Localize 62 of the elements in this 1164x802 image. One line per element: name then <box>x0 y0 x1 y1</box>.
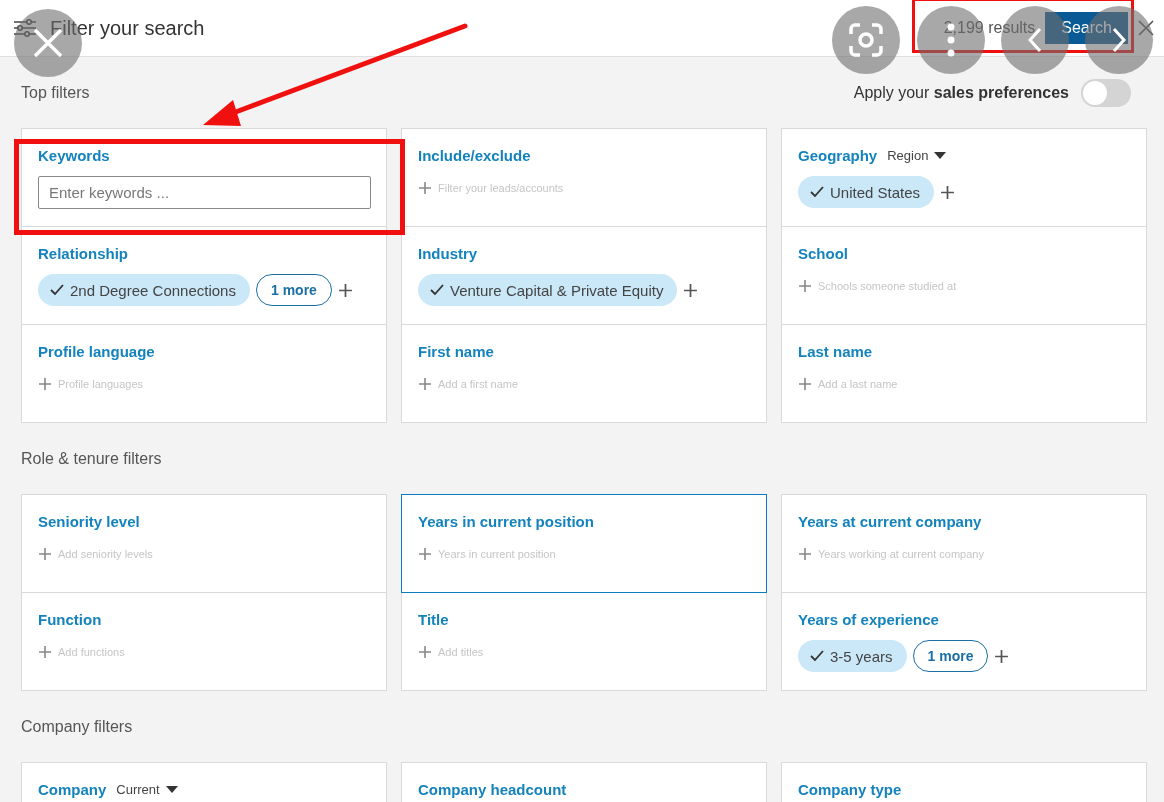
filter-label: First name <box>418 343 494 360</box>
dropdown-label[interactable]: Current <box>116 782 160 797</box>
hint-text: Add a first name <box>438 378 519 390</box>
hint-text: Add functions <box>58 646 125 658</box>
hint-text: Profile languages <box>58 378 143 390</box>
filter-chip[interactable]: United States <box>798 176 935 208</box>
section-title: Top filters <box>21 84 90 102</box>
filter-label: Years in current position <box>418 513 594 530</box>
add-icon <box>798 547 812 561</box>
hint-text: Years working at current company <box>818 548 984 560</box>
check-icon <box>50 284 64 296</box>
check-icon <box>810 650 824 662</box>
add-icon <box>337 282 353 298</box>
filter-label: Profile language <box>38 343 155 360</box>
filter-label: School <box>798 245 848 262</box>
filter-label: Keywords <box>38 147 110 164</box>
filter-chip[interactable]: 2nd Degree Connections <box>38 274 250 306</box>
preferences-toggle[interactable] <box>1081 79 1131 107</box>
section-title: Role & tenure filters <box>21 450 162 468</box>
check-icon <box>430 284 444 296</box>
add-icon <box>418 645 432 659</box>
filter-label: Company headcount <box>418 781 567 798</box>
add-icon <box>418 181 432 195</box>
filter-chip[interactable]: 3-5 years <box>798 640 907 672</box>
filter-label: Include/exclude <box>418 147 531 164</box>
add-icon <box>418 377 432 391</box>
add-icon <box>38 547 52 561</box>
add-icon <box>38 377 52 391</box>
filter-label: Industry <box>418 245 478 262</box>
more-button[interactable]: 1 more <box>912 640 989 672</box>
add-icon <box>798 279 812 293</box>
filter-label: Years at current company <box>798 513 982 530</box>
check-icon <box>810 186 824 198</box>
filter-label: Geography <box>798 147 878 164</box>
filter-label: Company <box>38 781 107 798</box>
add-icon <box>38 645 52 659</box>
chevron-right-icon <box>1112 27 1126 53</box>
caret-icon[interactable] <box>165 785 178 794</box>
add-icon <box>994 648 1010 664</box>
add-icon <box>683 282 699 298</box>
filter-label: Relationship <box>38 245 128 262</box>
filter-label: Last name <box>798 343 873 360</box>
hint-text: Schools someone studied at <box>818 280 957 292</box>
keywords-field[interactable]: Enter keywords ... <box>38 176 371 209</box>
filter-chip[interactable]: Venture Capital & Private Equity <box>418 274 678 306</box>
add-icon <box>798 377 812 391</box>
dropdown-label[interactable]: Region <box>887 148 929 163</box>
filter-label: Years of experience <box>798 611 939 628</box>
caret-icon[interactable] <box>934 151 947 160</box>
hint-text: Add titles <box>438 646 484 658</box>
sliders-icon[interactable] <box>14 19 36 37</box>
filter-label: Function <box>38 611 102 628</box>
filter-label: Seniority level <box>38 513 140 530</box>
add-icon <box>418 547 432 561</box>
filter-label: Title <box>418 611 449 628</box>
preferences-label: Apply your sales preferences <box>853 84 1069 102</box>
section-title: Company filters <box>21 718 133 736</box>
more-button[interactable]: 1 more <box>255 274 332 306</box>
filter-label: Company type <box>798 781 902 798</box>
add-icon <box>940 184 956 200</box>
hint-text: Filter your leads/accounts <box>438 182 564 194</box>
close-icon[interactable] <box>1138 20 1154 36</box>
